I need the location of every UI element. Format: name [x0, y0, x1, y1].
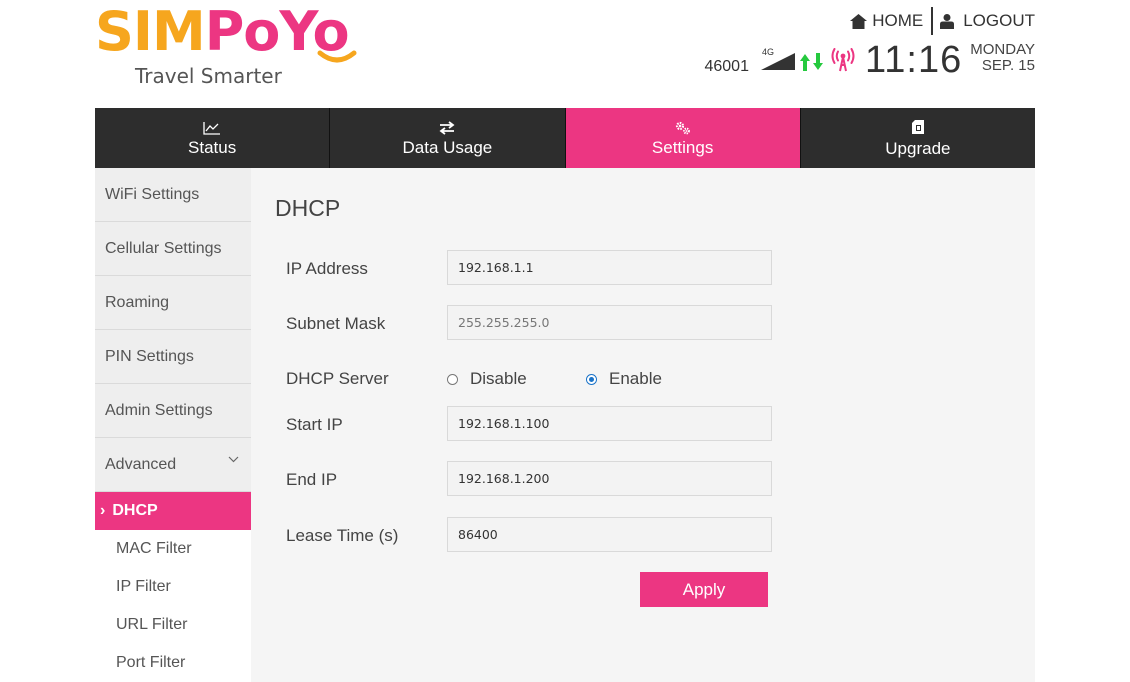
- home-label: HOME: [872, 11, 924, 30]
- tab-upgrade-label: Upgrade: [885, 138, 951, 158]
- sidebar-item-pin-settings[interactable]: PIN Settings: [95, 330, 251, 384]
- top-links: HOME LOGOUT: [850, 6, 1035, 36]
- apply-button[interactable]: Apply: [640, 572, 768, 607]
- dhcp-server-label: DHCP Server: [286, 369, 389, 388]
- sidebar-subitem-ip-filter[interactable]: IP Filter: [95, 568, 251, 606]
- dhcp-server-options: Disable Enable: [447, 369, 662, 389]
- end-ip-input[interactable]: [447, 461, 772, 496]
- sidebar-item-advanced[interactable]: Advanced: [95, 438, 251, 492]
- weekday-label: MONDAY: [970, 41, 1035, 58]
- top-divider: [931, 7, 934, 35]
- logo-tagline: Travel Smarter: [135, 64, 282, 88]
- transfer-icon: [439, 120, 455, 135]
- sidebar-item-cellular-settings[interactable]: Cellular Settings: [95, 222, 251, 276]
- settings-sidebar: WiFi Settings Cellular Settings Roaming …: [95, 168, 251, 682]
- logo-wordmark: SIMPoYo: [95, 0, 350, 63]
- sidebar-subitem-dhcp[interactable]: › DHCP: [95, 492, 251, 530]
- logout-link[interactable]: LOGOUT: [940, 11, 1035, 31]
- date-label: SEP. 15: [981, 57, 1035, 74]
- logo-smile-icon: [317, 50, 357, 63]
- page-title: DHCP: [275, 195, 341, 221]
- sidebar-subitem-url-filter[interactable]: URL Filter: [95, 606, 251, 644]
- sidebar-item-roaming[interactable]: Roaming: [95, 276, 251, 330]
- chevron-right-icon: ›: [100, 502, 106, 519]
- home-link[interactable]: HOME: [850, 11, 923, 31]
- chevron-down-icon: [228, 456, 239, 463]
- status-row: 46001 4G 11:16 MONDAY SEP. 15: [704, 38, 1035, 82]
- tab-status[interactable]: Status: [95, 108, 331, 168]
- dhcp-disable-label: Disable: [470, 369, 527, 388]
- tab-status-label: Status: [188, 137, 237, 157]
- ip-address-input[interactable]: [447, 250, 772, 285]
- lease-time-label: Lease Time (s): [286, 526, 399, 545]
- radio-unchecked-icon: [447, 373, 458, 385]
- wifi-antenna-icon: [831, 48, 855, 72]
- data-transfer-icon: [799, 53, 823, 71]
- tab-settings-label: Settings: [651, 137, 714, 157]
- dhcp-enable-radio[interactable]: Enable: [586, 369, 662, 389]
- signal-strength-icon: [760, 53, 795, 70]
- dhcp-panel: DHCP IP Address Subnet Mask DHCP Server …: [251, 168, 1035, 682]
- subnet-mask-input[interactable]: [447, 305, 772, 340]
- subnet-mask-label: Subnet Mask: [286, 314, 386, 333]
- signal-indicator: 4G: [760, 47, 795, 72]
- start-ip-label: Start IP: [286, 415, 343, 434]
- tab-settings[interactable]: Settings: [565, 108, 801, 168]
- sidebar-item-wifi-settings[interactable]: WiFi Settings: [95, 168, 251, 222]
- sim-card-icon: [911, 119, 924, 134]
- tab-upgrade[interactable]: Upgrade: [801, 108, 1035, 168]
- dhcp-disable-radio[interactable]: Disable: [447, 369, 586, 389]
- logout-label: LOGOUT: [963, 11, 1035, 30]
- user-icon: [940, 13, 955, 29]
- end-ip-label: End IP: [286, 470, 338, 489]
- sidebar-subitem-port-filter[interactable]: Port Filter: [95, 644, 251, 682]
- brand-logo: SIMPoYo Travel Smarter: [95, 4, 385, 90]
- sidebar-subitem-mac-filter[interactable]: MAC Filter: [95, 530, 251, 568]
- start-ip-input[interactable]: [447, 406, 772, 441]
- main-tabs: Status Data Usage Settings Upgrade: [95, 108, 1035, 168]
- tab-data-usage-label: Data Usage: [402, 137, 493, 157]
- sidebar-item-admin-settings[interactable]: Admin Settings: [95, 384, 251, 438]
- date-display: MONDAY SEP. 15: [970, 42, 1035, 74]
- lease-time-input[interactable]: [447, 517, 772, 552]
- tab-data-usage[interactable]: Data Usage: [330, 108, 566, 168]
- network-code: 46001: [704, 58, 749, 75]
- dhcp-enable-label: Enable: [609, 369, 662, 388]
- ip-address-label: IP Address: [286, 259, 368, 278]
- home-icon: [850, 13, 868, 29]
- chart-icon: [203, 121, 221, 135]
- gears-icon: [675, 121, 690, 134]
- radio-checked-icon: [586, 373, 597, 385]
- clock-time: 11:16: [864, 38, 963, 81]
